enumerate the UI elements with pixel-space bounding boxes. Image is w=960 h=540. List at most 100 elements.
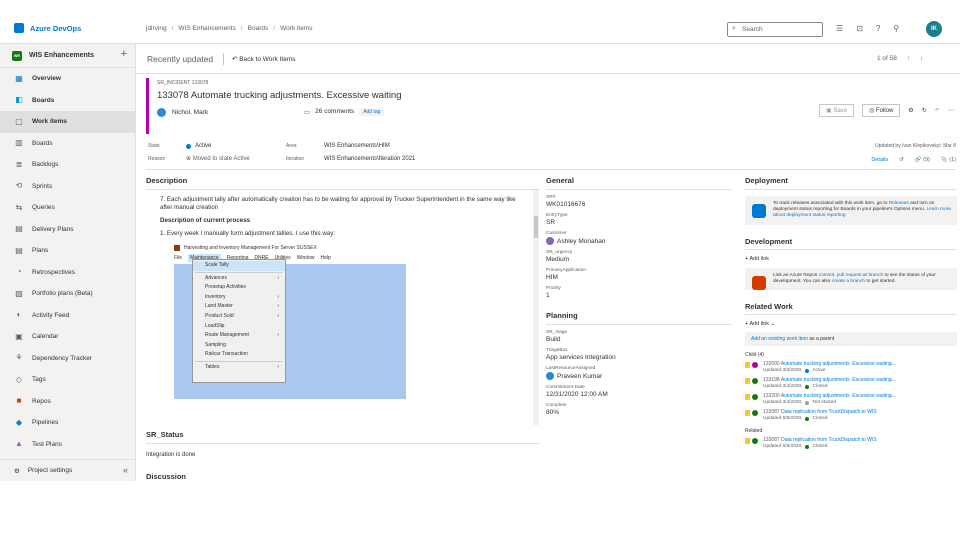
reason-dropdown[interactable]: ⊕ Moved to state Active bbox=[186, 155, 276, 162]
sidebar-item-dependency-tracker[interactable]: ⚘ Dependency Tracker bbox=[0, 348, 135, 370]
field-value[interactable]: 12/31/2020 12:00 AM bbox=[546, 391, 731, 398]
sidebar-item-activity-feed[interactable]: ◐ Activity Feed bbox=[0, 305, 135, 327]
create-branch-link[interactable]: create a branch bbox=[832, 279, 865, 284]
sidebar-item-work-items[interactable]: ▢ Work items bbox=[0, 111, 135, 133]
sidebar-item-pipelines[interactable]: ◆ Pipelines bbox=[0, 412, 135, 434]
project-switcher[interactable]: WE WIS Enhancements + bbox=[0, 44, 135, 68]
child-item[interactable]: 133200 Automate trucking adjustments. Ex… bbox=[745, 393, 957, 406]
sidebar-item-calendar[interactable]: ▣ Calendar bbox=[0, 326, 135, 348]
field-value[interactable]: Build bbox=[546, 336, 731, 343]
iteration-value[interactable]: WIS Enhancements\Iteration 2021 bbox=[324, 156, 415, 162]
sidebar-item-boards[interactable]: ◧ Boards bbox=[0, 90, 135, 112]
settings-gear-icon[interactable]: ⚙ bbox=[908, 107, 913, 114]
undo-icon[interactable]: ↶ bbox=[935, 107, 940, 114]
history-icon[interactable]: ↺ bbox=[899, 157, 904, 163]
sidebar-item-backlogs[interactable]: ≣ Backlogs bbox=[0, 154, 135, 176]
sidebar-item-sprints[interactable]: ⟲ Sprints bbox=[0, 176, 135, 198]
collapse-sidebar-icon[interactable]: « bbox=[123, 465, 128, 475]
breadcrumb-work-items[interactable]: Work items bbox=[280, 25, 312, 32]
child-item-title[interactable]: Data replication from TruckDispatch to W… bbox=[781, 409, 877, 415]
sidebar-item-repos[interactable]: ■ Repos bbox=[0, 391, 135, 413]
child-item-title[interactable]: Automate trucking adjustments. Excessive… bbox=[781, 361, 896, 367]
field-value[interactable]: Praveen Kumar bbox=[546, 372, 731, 380]
development-add-link[interactable]: + Add link bbox=[745, 256, 957, 262]
field-value[interactable]: 80% bbox=[546, 409, 731, 416]
new-plus-icon[interactable]: + bbox=[121, 48, 127, 60]
area-value[interactable]: WIS Enhancements\HIM bbox=[324, 143, 390, 149]
description-editor[interactable]: 7. Each adjustment tally after automatic… bbox=[146, 190, 539, 425]
project-settings-link[interactable]: ⚙ Project settings « bbox=[0, 459, 136, 481]
work-item-title[interactable]: 133078 Automate trucking adjustments. Ex… bbox=[157, 90, 956, 101]
user-settings-icon[interactable]: ⚲ bbox=[893, 24, 899, 33]
sidebar-item-delivery-plans[interactable]: ▤ Delivery Plans bbox=[0, 219, 135, 241]
field-value[interactable]: SR bbox=[546, 219, 731, 226]
assignee[interactable]: Nichol, Mark bbox=[157, 108, 208, 117]
save-button[interactable]: ▣ Save bbox=[819, 104, 855, 117]
submenu-arrow-icon: › bbox=[277, 332, 279, 339]
commit-pr-link[interactable]: commit, pull request bbox=[819, 273, 862, 278]
sidebar-item-boards[interactable]: ▥ Boards bbox=[0, 133, 135, 155]
breadcrumb-org[interactable]: jdirving bbox=[146, 25, 167, 32]
next-arrow-icon[interactable]: ↓ bbox=[920, 55, 923, 62]
child-item[interactable]: 133087 Data replication from TruckDispat… bbox=[745, 409, 957, 422]
dropdown-divider bbox=[195, 360, 283, 362]
recently-updated-dropdown[interactable]: Recently updated bbox=[147, 54, 213, 64]
breadcrumb-boards[interactable]: Boards bbox=[248, 25, 269, 32]
field-value[interactable]: Ashley Monahan bbox=[546, 237, 731, 245]
dropdown-item: Inventory › bbox=[193, 293, 285, 303]
tab-attachments[interactable]: 📎 (1) bbox=[941, 157, 956, 163]
more-actions-icon[interactable]: ⋯ bbox=[948, 107, 954, 114]
embed-menu-window: Window bbox=[296, 255, 315, 261]
sidebar-item-overview[interactable]: ▦ Overview bbox=[0, 68, 135, 90]
add-tag-button[interactable]: Add tag bbox=[359, 108, 385, 116]
refresh-icon[interactable]: ↻ bbox=[922, 107, 927, 114]
child-item-title[interactable]: Automate trucking adjustments. Excessive… bbox=[781, 393, 896, 399]
avatar[interactable]: IK bbox=[926, 21, 942, 37]
related-item-title[interactable]: Data replication from TruckDispatch to W… bbox=[781, 437, 877, 443]
search-input[interactable]: ⌕ Search bbox=[727, 22, 823, 37]
branch-link[interactable]: branch bbox=[868, 273, 883, 278]
add-existing-parent[interactable]: Add an existing work item as a parent bbox=[745, 332, 957, 347]
tab-details[interactable]: Details bbox=[871, 157, 888, 163]
top-icons: ☰ ⊡ ? ⚲ bbox=[836, 24, 899, 33]
field-value[interactable]: HIM bbox=[546, 274, 731, 281]
sidebar-item-retrospectives[interactable]: ◔ Retrospectives bbox=[0, 262, 135, 284]
development-text-d: to get started. bbox=[866, 278, 896, 284]
sidebar-item-portfolio-plans-beta[interactable]: ▨ Portfolio plans (Beta) bbox=[0, 283, 135, 305]
follow-button[interactable]: ◎ Follow bbox=[862, 104, 901, 117]
related-add-link[interactable]: + Add link ⌄ bbox=[745, 321, 957, 327]
work-item-book-icon bbox=[745, 362, 750, 369]
field-value[interactable]: WK01016676 bbox=[546, 201, 731, 208]
updated-by[interactable]: Updated by Ivan Klepikovskyi: Mar 8 bbox=[875, 143, 956, 149]
task-list-icon[interactable]: ☰ bbox=[836, 24, 843, 33]
breadcrumb-project[interactable]: WIS Enhancements bbox=[178, 25, 235, 32]
child-item[interactable]: 133198 Automate trucking adjustments. Ex… bbox=[745, 377, 957, 390]
previous-arrow-icon[interactable]: ↑ bbox=[907, 55, 910, 62]
field-label: Customer bbox=[546, 231, 567, 236]
sr-status-value[interactable]: Integration is done bbox=[146, 452, 539, 458]
sidebar-item-tags[interactable]: ◇ Tags bbox=[0, 369, 135, 391]
field-value[interactable]: 1 bbox=[546, 292, 731, 299]
deployment-info: To track releases associated with this w… bbox=[745, 196, 957, 225]
sidebar-item-plans[interactable]: ▤ Plans bbox=[0, 240, 135, 262]
releases-link[interactable]: Releases bbox=[889, 201, 909, 206]
comments-link[interactable]: ▭ 26 comments Add tag bbox=[304, 108, 385, 116]
add-existing-link[interactable]: Add an existing work item bbox=[751, 336, 808, 342]
tags-icon: ◇ bbox=[15, 374, 23, 384]
field-value[interactable]: App services Integration bbox=[546, 354, 731, 361]
field-value[interactable]: Medium bbox=[546, 256, 731, 263]
related-item[interactable]: 133087 Data replication from TruckDispat… bbox=[745, 437, 957, 450]
shopping-bag-icon[interactable]: ⊡ bbox=[856, 24, 863, 33]
field-sr-stage: SR_stage Build bbox=[546, 330, 731, 343]
state-dropdown[interactable]: Active bbox=[186, 143, 276, 149]
help-icon[interactable]: ? bbox=[876, 24, 880, 33]
child-item[interactable]: 133090 Automate trucking adjustments. Ex… bbox=[745, 361, 957, 374]
sidebar-item-queries[interactable]: ⇆ Queries bbox=[0, 197, 135, 219]
tab-links[interactable]: 🔗 (9) bbox=[915, 157, 930, 163]
scrollbar-thumb[interactable] bbox=[534, 216, 538, 238]
child-item-title[interactable]: Automate trucking adjustments. Excessive… bbox=[781, 377, 896, 383]
back-to-work-items-button[interactable]: ↶ Back to Work Items bbox=[232, 55, 296, 63]
sidebar-item-test-plans[interactable]: ▲ Test Plans bbox=[0, 434, 135, 456]
brand[interactable]: Azure DevOps bbox=[14, 23, 81, 33]
description-scrollbar[interactable] bbox=[533, 190, 539, 425]
